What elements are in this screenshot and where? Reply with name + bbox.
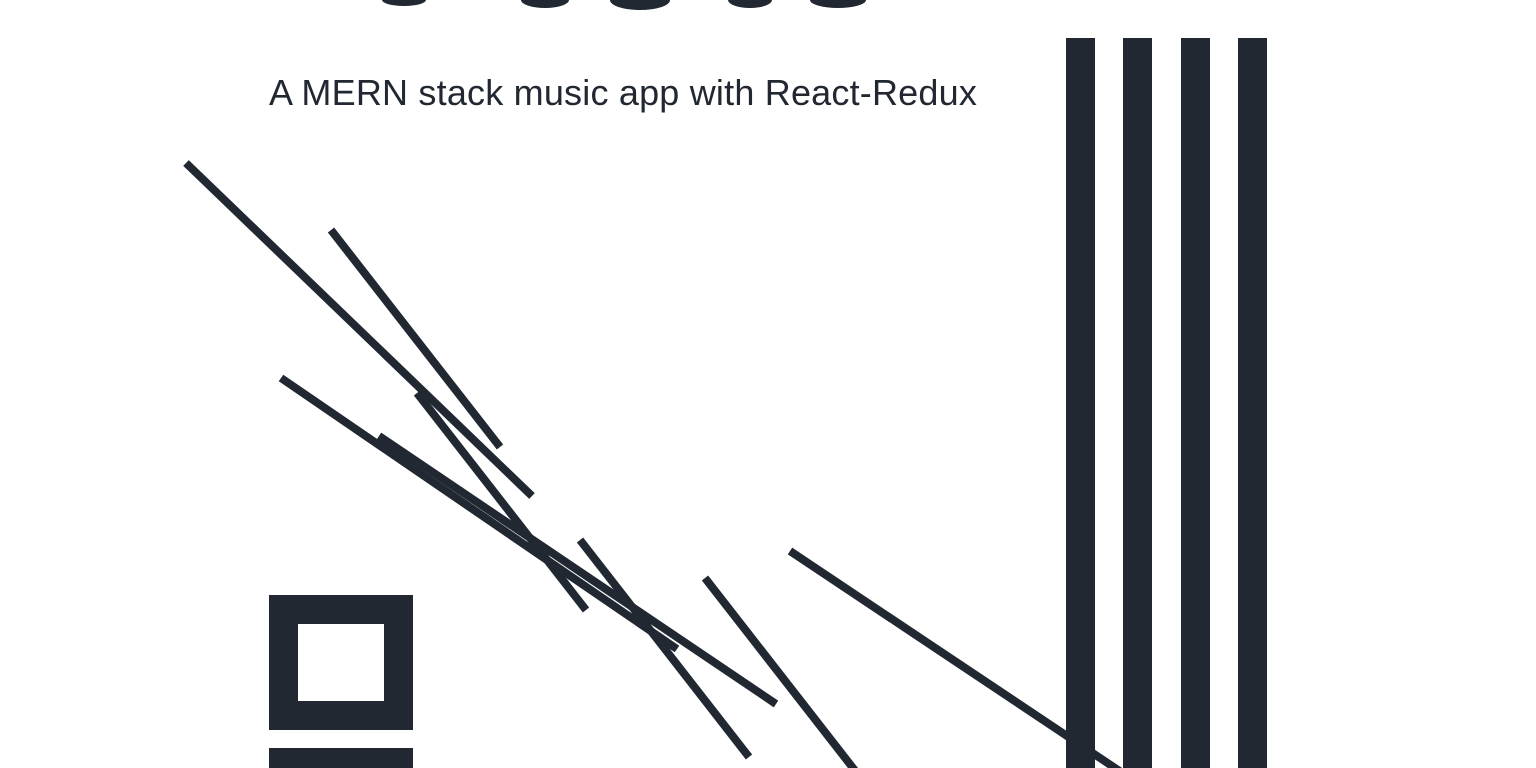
diagonal-line — [413, 390, 590, 613]
diagonal-lines-graphic — [183, 160, 1123, 768]
vertical-bars-graphic — [1066, 38, 1267, 768]
vertical-bar — [1238, 38, 1267, 768]
vertical-bar — [1066, 38, 1095, 768]
square-outline — [269, 595, 413, 730]
vertical-bar — [1123, 38, 1152, 768]
diagonal-line — [376, 432, 779, 708]
square-outline-graphic — [269, 595, 413, 768]
decorative-artwork — [183, 38, 1267, 768]
diagonal-line — [576, 537, 753, 760]
vertical-bar — [1181, 38, 1210, 768]
diagonal-line — [327, 227, 504, 450]
square-bottom-bar — [269, 748, 413, 768]
diagonal-line — [183, 160, 535, 499]
